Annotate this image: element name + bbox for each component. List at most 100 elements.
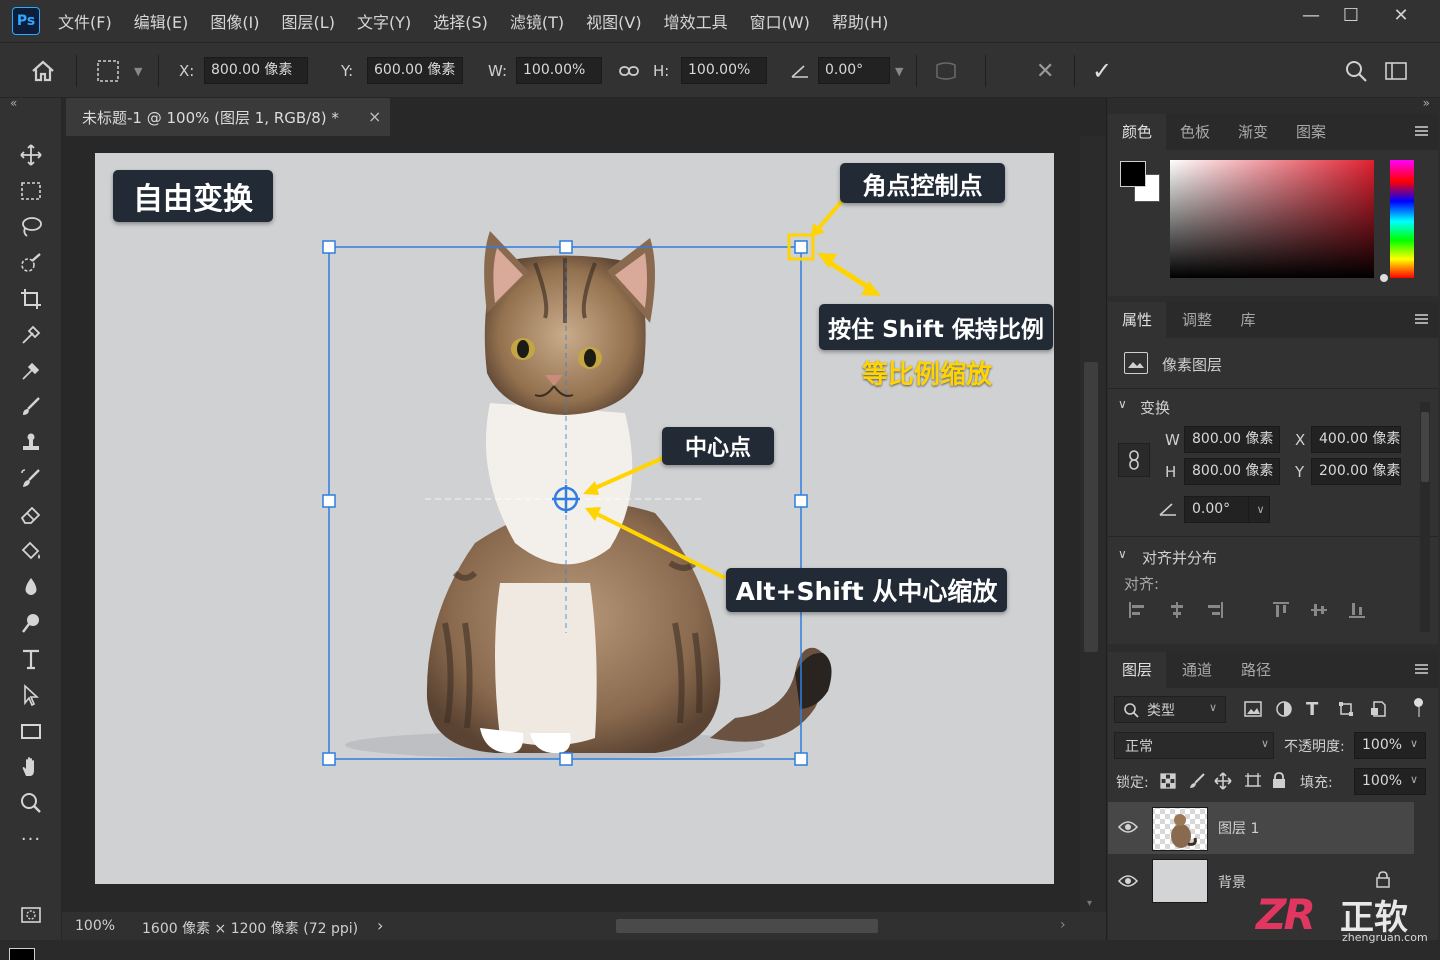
align-bottom-icon[interactable]: [1348, 601, 1366, 623]
align-vertical-center-icon[interactable]: [1310, 601, 1328, 623]
tab-properties[interactable]: 属性: [1108, 302, 1166, 338]
filter-pixel-icon[interactable]: [1244, 701, 1262, 721]
reference-point-icon[interactable]: [96, 43, 120, 99]
chevron-down-icon[interactable]: ∨: [1118, 397, 1127, 411]
menu-select[interactable]: 选择(S): [433, 9, 488, 33]
frame-tool-icon[interactable]: [14, 320, 48, 350]
quick-mask-icon[interactable]: [14, 900, 48, 930]
eraser-tool-icon[interactable]: [14, 500, 48, 530]
align-left-icon[interactable]: [1128, 601, 1146, 623]
stamp-tool-icon[interactable]: [14, 428, 48, 458]
menu-plugins[interactable]: 增效工具: [664, 9, 728, 33]
document-tab[interactable]: 未标题-1 @ 100% (图层 1, RGB/8) * ×: [66, 98, 390, 136]
status-menu-arrow[interactable]: ›: [377, 916, 383, 935]
align-horizontal-center-icon[interactable]: [1168, 601, 1186, 623]
menu-file[interactable]: 文件(F): [58, 9, 112, 33]
tab-layers[interactable]: 图层: [1108, 652, 1166, 688]
zoom-tool-icon[interactable]: [14, 788, 48, 818]
visibility-eye-icon[interactable]: [1117, 874, 1139, 892]
scroll-right-icon[interactable]: ›: [1060, 917, 1066, 933]
tab-swatches[interactable]: 色板: [1166, 114, 1224, 150]
tab-patterns[interactable]: 图案: [1282, 114, 1340, 150]
y-position-field[interactable]: 600.00 像素: [367, 57, 463, 84]
blend-mode-select[interactable]: 正常 ∨: [1114, 732, 1274, 759]
more-tools-icon[interactable]: ···: [14, 824, 48, 854]
filter-shape-icon[interactable]: [1338, 701, 1354, 721]
foreground-color-swatch[interactable]: [9, 948, 35, 960]
visibility-eye-icon[interactable]: [1117, 820, 1139, 838]
warp-mode-icon[interactable]: [934, 43, 958, 99]
document-canvas[interactable]: 自由变换 角点控制点 按住 Shift 保持比例 等比例缩放 中心点 Alt+S…: [95, 153, 1054, 884]
hue-slider-handle[interactable]: [1380, 274, 1388, 282]
panel-menu-icon[interactable]: [1415, 314, 1428, 324]
properties-scrollbar[interactable]: [1420, 402, 1430, 632]
rotation-angle-field[interactable]: 0.00°: [818, 57, 890, 84]
tab-channels[interactable]: 通道: [1166, 652, 1228, 688]
menu-view[interactable]: 视图(V): [586, 9, 641, 33]
menu-help[interactable]: 帮助(H): [832, 9, 889, 33]
crop-tool-icon[interactable]: [14, 284, 48, 314]
lock-all-icon[interactable]: [1272, 772, 1286, 793]
menu-window[interactable]: 窗口(W): [750, 9, 810, 33]
lasso-tool-icon[interactable]: [14, 212, 48, 242]
filter-type-icon[interactable]: T: [1306, 699, 1318, 720]
dodge-tool-icon[interactable]: [14, 608, 48, 638]
link-icon[interactable]: [618, 43, 640, 99]
filter-adjustment-icon[interactable]: [1276, 701, 1292, 721]
lock-pixels-icon[interactable]: [1188, 773, 1206, 793]
x-position-field[interactable]: 800.00 像素: [204, 57, 308, 84]
filter-smart-object-icon[interactable]: [1370, 701, 1386, 721]
menu-image[interactable]: 图像(I): [210, 9, 259, 33]
menu-layer[interactable]: 图层(L): [282, 9, 335, 33]
photoshop-logo[interactable]: Ps: [12, 7, 40, 35]
quick-selection-tool-icon[interactable]: [14, 248, 48, 278]
maximize-button[interactable]: ☐: [1328, 0, 1374, 30]
search-icon[interactable]: [1344, 43, 1368, 99]
align-right-icon[interactable]: [1206, 601, 1224, 623]
menu-type[interactable]: 文字(Y): [357, 9, 411, 33]
chevron-down-icon[interactable]: ∨: [1248, 496, 1272, 523]
commit-transform-button[interactable]: ✓: [1092, 43, 1112, 99]
move-tool-icon[interactable]: [14, 140, 48, 170]
close-tab-icon[interactable]: ×: [368, 107, 381, 126]
scroll-down-icon[interactable]: ▾: [1087, 898, 1092, 909]
lock-position-icon[interactable]: [1214, 772, 1232, 794]
workspace-icon[interactable]: [1384, 43, 1408, 99]
horizontal-scrollbar-thumb[interactable]: [616, 919, 878, 933]
chevron-down-icon[interactable]: ∨: [1410, 773, 1418, 786]
tab-gradients[interactable]: 渐变: [1224, 114, 1282, 150]
layer-filter-select[interactable]: 类型 ∨: [1114, 696, 1226, 723]
prop-height-field[interactable]: 800.00 像素: [1184, 458, 1280, 485]
tab-adjustments[interactable]: 调整: [1166, 302, 1228, 338]
filter-toggle[interactable]: [1414, 698, 1424, 718]
link-dimensions-button[interactable]: [1118, 443, 1150, 477]
cancel-transform-button[interactable]: ✕: [1036, 43, 1054, 99]
panel-menu-icon[interactable]: [1415, 126, 1428, 136]
hand-tool-icon[interactable]: [14, 752, 48, 782]
chevron-down-icon[interactable]: ∨: [1118, 547, 1127, 561]
hue-slider[interactable]: [1390, 160, 1414, 278]
paint-bucket-tool-icon[interactable]: [14, 536, 48, 566]
layer-row[interactable]: 图层 1: [1108, 802, 1414, 854]
properties-scrollbar-thumb[interactable]: [1421, 412, 1429, 482]
tab-libraries[interactable]: 库: [1228, 302, 1268, 338]
type-tool-icon[interactable]: [14, 644, 48, 674]
history-brush-tool-icon[interactable]: [14, 464, 48, 494]
chevron-down-icon[interactable]: ▼: [895, 43, 903, 99]
prop-y-field[interactable]: 200.00 像素: [1311, 458, 1401, 485]
lock-transparent-icon[interactable]: [1160, 773, 1176, 793]
menu-edit[interactable]: 编辑(E): [134, 9, 189, 33]
collapse-toolbar-icon[interactable]: «: [10, 96, 17, 110]
vertical-scrollbar-thumb[interactable]: [1084, 362, 1098, 652]
foreground-color-chip[interactable]: [1120, 161, 1146, 187]
brush-tool-icon[interactable]: [14, 392, 48, 422]
path-selection-tool-icon[interactable]: [14, 680, 48, 710]
menu-filter[interactable]: 滤镜(T): [510, 9, 564, 33]
blur-tool-icon[interactable]: [14, 572, 48, 602]
prop-width-field[interactable]: 800.00 像素: [1184, 426, 1280, 453]
panel-menu-icon[interactable]: [1415, 664, 1428, 674]
rectangle-tool-icon[interactable]: [14, 716, 48, 746]
width-percent-field[interactable]: 100.00%: [516, 57, 602, 84]
collapse-panels-icon[interactable]: »: [1423, 96, 1430, 110]
chevron-down-icon[interactable]: ▼: [134, 43, 142, 99]
